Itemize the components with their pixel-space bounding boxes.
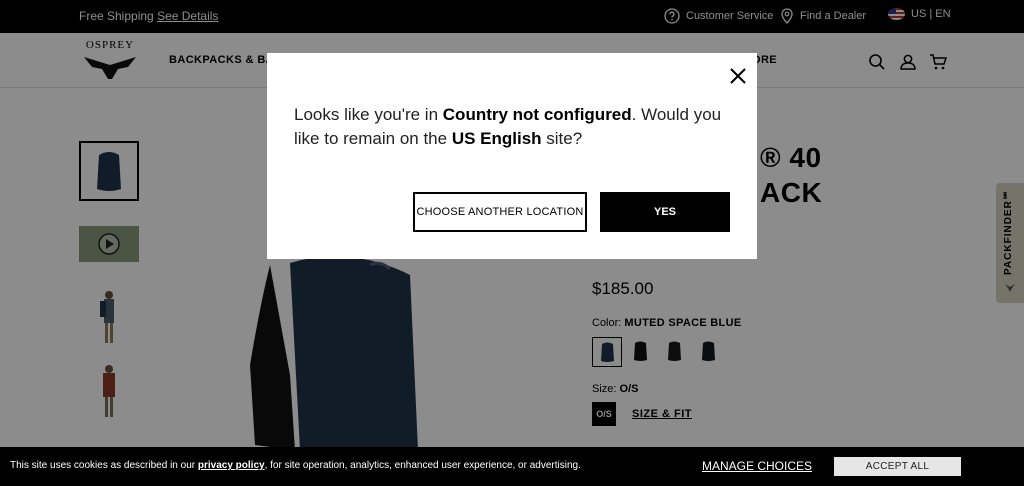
- message-text: Looks like you're in: [294, 105, 443, 124]
- manage-choices-link[interactable]: MANAGE CHOICES: [702, 459, 812, 473]
- cookie-text-a: This site uses cookies as described in o…: [10, 460, 198, 471]
- close-icon[interactable]: [727, 65, 749, 87]
- detected-country: Country not configured: [442, 105, 632, 124]
- location-message: Looks like you're in Country not configu…: [294, 103, 734, 151]
- choose-location-button[interactable]: CHOOSE ANOTHER LOCATION: [413, 192, 587, 232]
- privacy-policy-link[interactable]: privacy policy: [198, 460, 265, 471]
- message-text: site?: [541, 129, 583, 148]
- yes-button[interactable]: YES: [600, 192, 730, 232]
- cookie-text: This site uses cookies as described in o…: [10, 460, 581, 471]
- cookie-banner: This site uses cookies as described in o…: [0, 447, 1024, 486]
- accept-all-button[interactable]: ACCEPT ALL: [834, 457, 961, 476]
- cookie-text-b: , for site operation, analytics, enhance…: [264, 460, 581, 471]
- location-modal: Looks like you're in Country not configu…: [267, 53, 757, 259]
- current-site: US English: [451, 129, 542, 148]
